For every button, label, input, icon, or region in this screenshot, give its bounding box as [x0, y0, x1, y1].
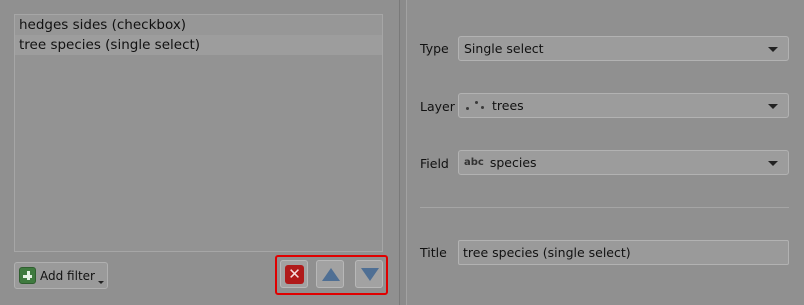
remove-filter-button[interactable]: ✕: [280, 260, 308, 288]
filter-list[interactable]: hedges sides (checkbox) tree species (si…: [14, 14, 383, 252]
chevron-down-icon: [768, 47, 778, 52]
add-filter-button[interactable]: Add filter: [14, 262, 108, 289]
move-up-button[interactable]: [316, 260, 344, 288]
type-value: Single select: [464, 41, 544, 56]
chevron-down-icon: [768, 161, 778, 166]
chevron-down-icon: [768, 104, 778, 109]
list-item[interactable]: tree species (single select): [15, 35, 382, 55]
field-label: Field: [420, 156, 449, 171]
list-item[interactable]: hedges sides (checkbox): [15, 15, 382, 35]
title-input[interactable]: tree species (single select): [458, 240, 789, 265]
divider: [420, 207, 789, 208]
arrow-up-icon: [322, 268, 340, 281]
chevron-down-icon: [98, 281, 104, 284]
field-select[interactable]: abc species: [458, 150, 789, 175]
add-filter-label: Add filter: [40, 268, 95, 283]
plus-icon: [19, 267, 36, 284]
close-icon: ✕: [285, 265, 304, 284]
point-layer-icon: [464, 98, 486, 114]
type-label: Type: [420, 41, 449, 56]
arrow-down-icon: [361, 268, 379, 281]
text-field-icon: abc: [464, 157, 484, 168]
layer-select[interactable]: trees: [458, 93, 789, 118]
title-label: Title: [420, 245, 447, 260]
field-value: species: [489, 155, 537, 170]
layer-value: trees: [492, 98, 524, 113]
type-select[interactable]: Single select: [458, 36, 789, 61]
layer-label: Layer: [420, 99, 455, 114]
move-down-button[interactable]: [355, 260, 383, 288]
